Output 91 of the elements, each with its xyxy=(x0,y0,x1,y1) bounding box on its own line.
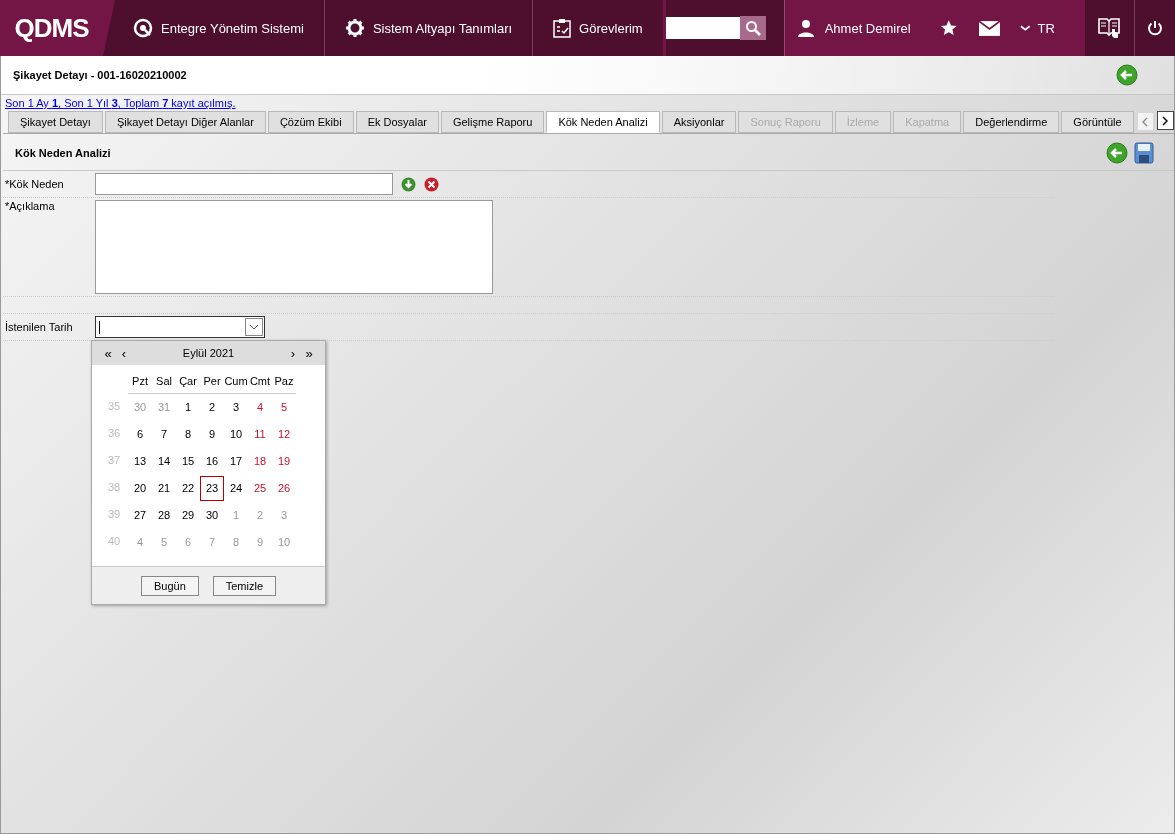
calendar-button[interactable]: Bugün xyxy=(140,576,199,596)
calendar-day[interactable]: 8 xyxy=(176,422,200,447)
root-cause-field[interactable] xyxy=(95,173,393,195)
settings-icon xyxy=(344,18,365,38)
calendar-day[interactable]: 1 xyxy=(176,395,200,420)
calendar-day[interactable]: 17 xyxy=(224,449,248,474)
scroll-right-button[interactable] xyxy=(1156,111,1174,130)
page-title: Şikayet Detayı - 001-16020210002 xyxy=(13,69,187,81)
week-number: 38 xyxy=(106,480,122,495)
calendar-day[interactable]: 23 xyxy=(200,476,224,501)
calendar-day[interactable]: 19 xyxy=(272,449,296,474)
calendar-day[interactable]: 3 xyxy=(224,395,248,420)
tab[interactable]: Aksiyonlar xyxy=(661,111,737,133)
chevron-down-icon xyxy=(249,324,259,330)
mail-icon[interactable] xyxy=(979,19,1001,37)
tab[interactable]: Değerlendirme xyxy=(963,111,1060,133)
field-label: İstenilen Tarih xyxy=(4,321,74,333)
previous-year-button[interactable]: « xyxy=(100,345,116,361)
chevron-right-icon xyxy=(1162,115,1169,126)
calendar-day[interactable]: 21 xyxy=(152,476,176,501)
week-number: 37 xyxy=(106,453,122,468)
calendar-day[interactable]: 28 xyxy=(152,503,176,528)
calendar-day[interactable]: 29 xyxy=(176,503,200,528)
calendar-day[interactable]: 13 xyxy=(128,449,152,474)
power-button[interactable] xyxy=(1133,0,1175,56)
book-icon xyxy=(1097,17,1122,39)
month-title: Eylül 2021 xyxy=(181,347,236,359)
calendar-day[interactable]: 14 xyxy=(152,449,176,474)
calendar-day[interactable]: 16 xyxy=(200,449,224,474)
user-icon xyxy=(796,19,815,37)
calendar-day[interactable]: 11 xyxy=(248,422,272,447)
tab[interactable]: Kök Neden Analizi xyxy=(546,111,660,133)
delete-icon[interactable] xyxy=(424,176,439,192)
tab[interactable]: Gelişme Raporu xyxy=(440,111,545,133)
weekday-label: Sal xyxy=(152,369,176,394)
date-field[interactable] xyxy=(95,316,265,338)
language-selector[interactable]: TR xyxy=(1037,20,1055,36)
calendar-day[interactable]: 27 xyxy=(128,503,152,528)
tab[interactable]: Şikayet Detayı xyxy=(8,111,103,133)
dropdown-button[interactable] xyxy=(245,318,263,336)
calendar-day[interactable]: 18 xyxy=(248,449,272,474)
field-label: *Açıklama xyxy=(4,200,56,212)
record-count-link[interactable]: Son 1 Ay 1, Son 1 Yıl 3, Toplam 7 kayıt açılmış. xyxy=(5,97,236,109)
help-button[interactable] xyxy=(1084,0,1134,56)
save-icon[interactable] xyxy=(1134,142,1154,164)
calendar-day[interactable]: 26 xyxy=(272,476,296,501)
calendar-day[interactable]: 4 xyxy=(248,395,272,420)
week-number: 39 xyxy=(106,507,122,522)
weekday-label: Cmt xyxy=(248,369,272,394)
description-field[interactable] xyxy=(95,200,493,294)
chevron-down-icon[interactable] xyxy=(1020,24,1031,32)
calendar-day[interactable]: 30 xyxy=(200,503,224,528)
calendar-day[interactable]: 12 xyxy=(272,422,296,447)
weekday-label: Pzt xyxy=(128,369,152,394)
power-icon xyxy=(1146,20,1163,36)
tab[interactable]: Şikayet Detayı Diğer Alanlar xyxy=(104,111,266,133)
q-logo-icon xyxy=(133,18,154,38)
week-number: 35 xyxy=(106,399,122,414)
chevron-left-icon xyxy=(1142,116,1149,127)
weekday-label: Cum xyxy=(224,369,248,394)
search-icon xyxy=(744,20,761,36)
nav-menu-item[interactable]: Entegre Yönetim Sistemi xyxy=(103,0,324,56)
clipboard-icon xyxy=(553,18,572,38)
field-label: *Kök Neden xyxy=(4,178,65,190)
previous-month-button[interactable]: ‹ xyxy=(116,345,132,361)
calendar-day[interactable]: 6 xyxy=(128,422,152,447)
tab[interactable]: Çözüm Ekibi xyxy=(267,111,354,133)
calendar-day[interactable]: 10 xyxy=(224,422,248,447)
calendar-day[interactable]: 2 xyxy=(200,395,224,420)
next-year-button[interactable]: » xyxy=(301,345,317,361)
week-number: 40 xyxy=(106,534,122,549)
calendar-day[interactable]: 25 xyxy=(248,476,272,501)
calendar-button[interactable]: Temizle xyxy=(212,576,277,596)
calendar-day[interactable]: 22 xyxy=(176,476,200,501)
weekday-label: Per xyxy=(200,369,224,394)
calendar-day[interactable]: 24 xyxy=(224,476,248,501)
next-month-button[interactable]: › xyxy=(285,345,301,361)
weekday-label: Paz xyxy=(272,369,296,394)
star-icon[interactable] xyxy=(939,18,958,38)
week-number: 36 xyxy=(106,426,122,441)
section-title: Kök Neden Analizi xyxy=(15,147,111,159)
search-field[interactable] xyxy=(665,17,740,39)
calendar-day[interactable]: 7 xyxy=(152,422,176,447)
calendar-day[interactable]: 9 xyxy=(200,422,224,447)
tab[interactable]: Ek Dosyalar xyxy=(355,111,439,133)
weekday-label: Çar xyxy=(176,369,200,394)
tab[interactable]: Görüntüle xyxy=(1061,111,1134,133)
search-button[interactable] xyxy=(739,16,766,40)
calendar-day[interactable]: 5 xyxy=(272,395,296,420)
calendar-day[interactable]: 15 xyxy=(176,449,200,474)
calendar-day[interactable]: 20 xyxy=(128,476,152,501)
